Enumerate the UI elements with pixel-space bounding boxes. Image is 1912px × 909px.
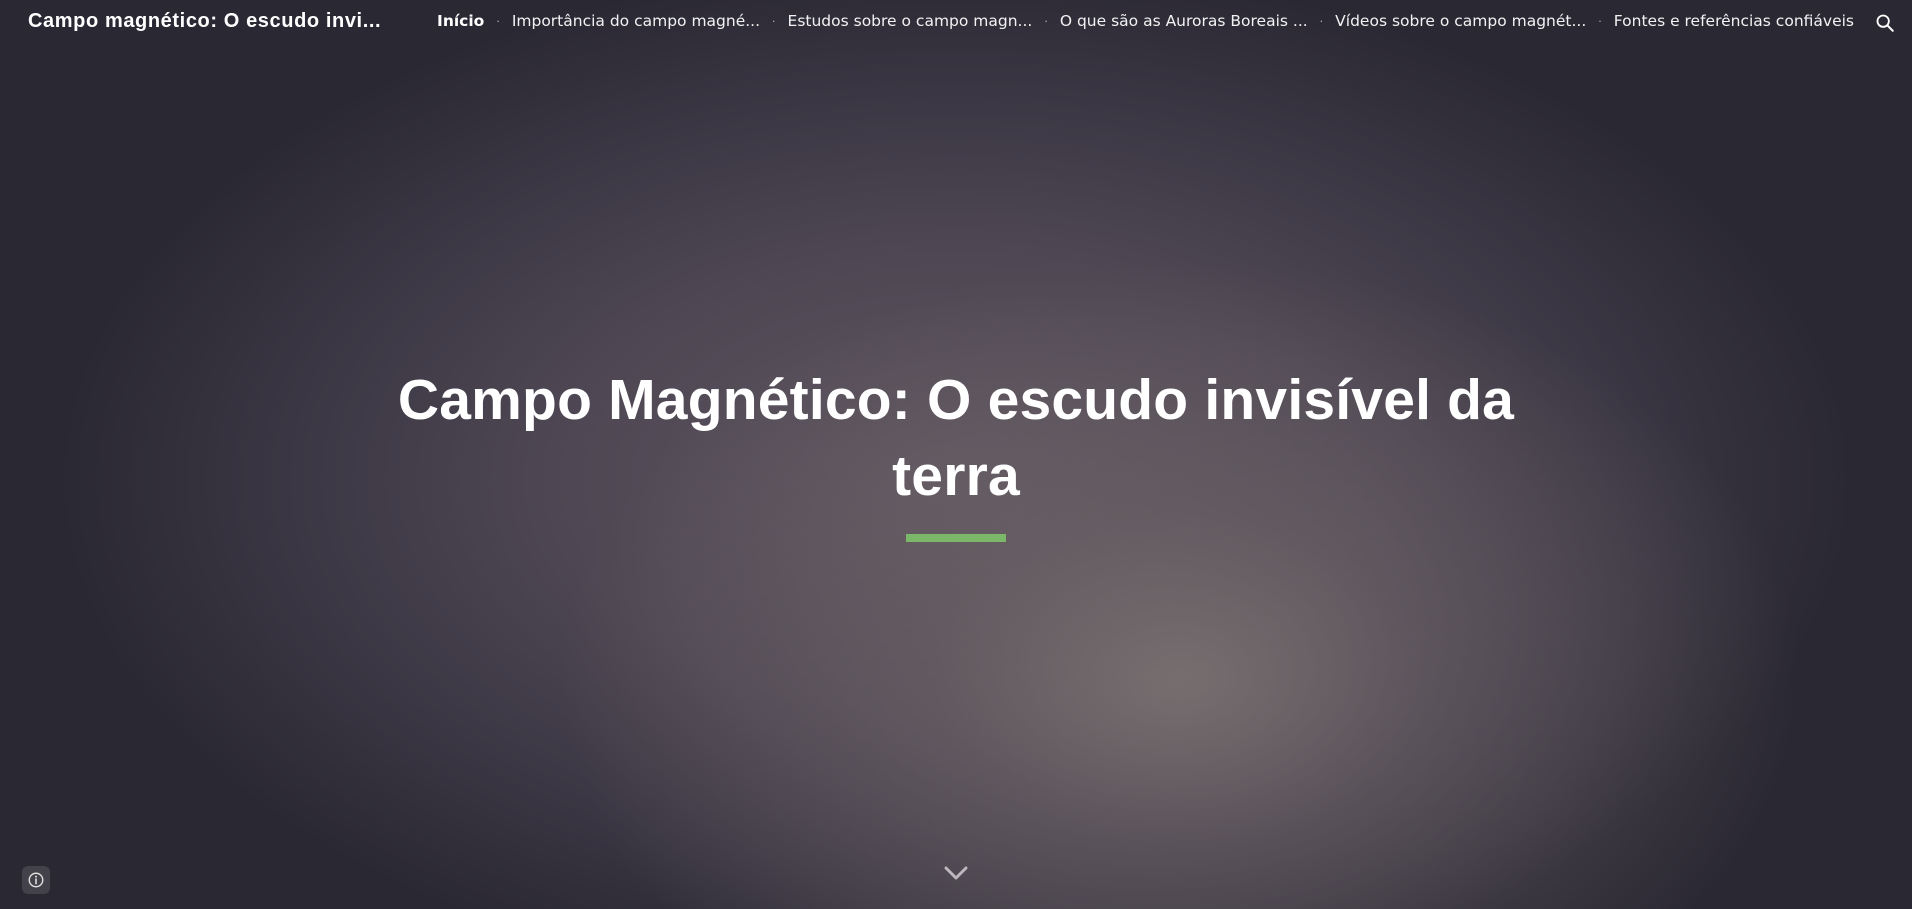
title-accent-bar xyxy=(906,534,1006,542)
nav-separator: · xyxy=(772,14,776,28)
site-info-button[interactable] xyxy=(22,866,50,894)
nav-item-estudos[interactable]: Estudos sobre o campo magn... xyxy=(788,12,1033,30)
nav-item-videos[interactable]: Vídeos sobre o campo magnét... xyxy=(1335,12,1586,30)
nav-separator: · xyxy=(1044,14,1048,28)
site-title[interactable]: Campo magnético: O escudo invi... xyxy=(28,10,381,33)
nav-item-importancia[interactable]: Importância do campo magné... xyxy=(512,12,760,30)
nav-separator: · xyxy=(1319,14,1324,28)
info-icon xyxy=(28,872,44,888)
hero-section: Campo Magnético: O escudo invisível da t… xyxy=(0,362,1912,542)
main-nav: Início · Importância do campo magné... ·… xyxy=(437,12,1854,30)
top-navigation-bar: Campo magnético: O escudo invi... Início… xyxy=(0,0,1912,46)
search-button[interactable] xyxy=(1874,12,1896,34)
page-title: Campo Magnético: O escudo invisível da t… xyxy=(397,368,1515,508)
scroll-down-button[interactable] xyxy=(943,864,969,882)
nav-separator: · xyxy=(496,14,500,28)
chevron-down-icon xyxy=(944,866,968,880)
nav-item-auroras[interactable]: O que são as Auroras Boreais ... xyxy=(1060,12,1308,30)
nav-item-inicio[interactable]: Início xyxy=(437,12,484,30)
page: Campo magnético: O escudo invi... Início… xyxy=(0,0,1912,909)
search-icon xyxy=(1876,14,1894,32)
nav-separator: · xyxy=(1598,14,1602,28)
nav-item-fontes[interactable]: Fontes e referências confiáveis xyxy=(1614,12,1854,30)
